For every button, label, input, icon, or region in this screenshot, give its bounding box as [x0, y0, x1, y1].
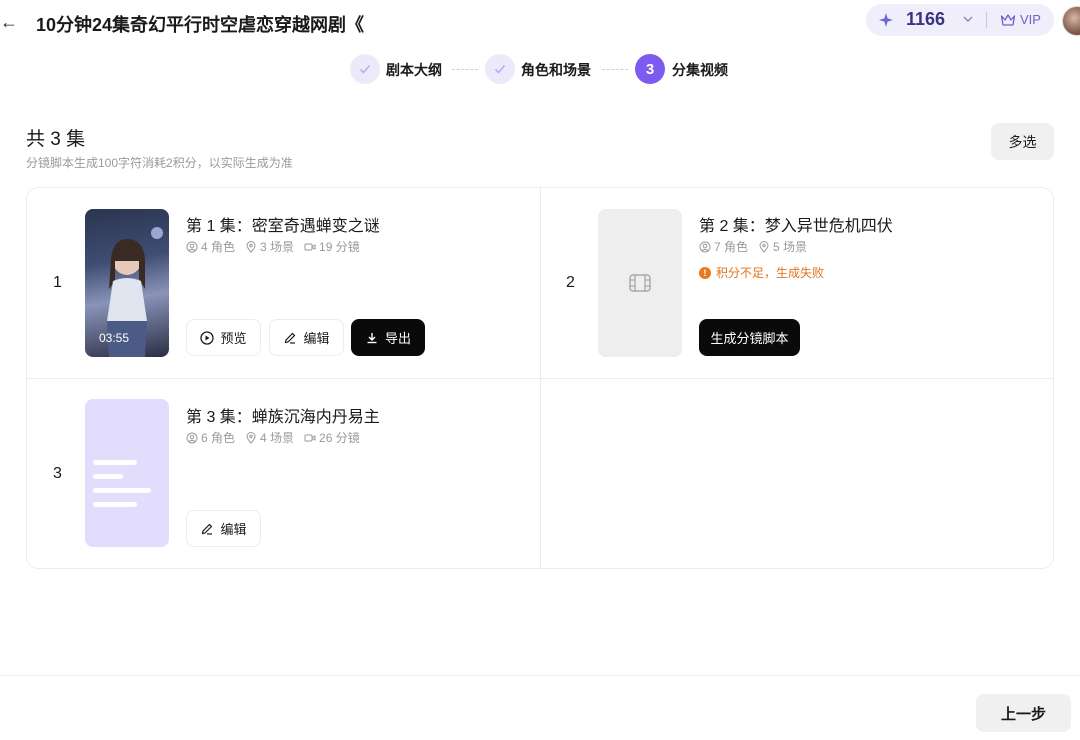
- episode-thumbnail[interactable]: 03:55: [85, 209, 169, 357]
- episode-card-3[interactable]: 3 第 3 集：蝉族沉海内丹易主 6 角色 4 场景 26 分镜 编辑: [27, 379, 540, 569]
- generation-error: ! 积分不足，生成失败: [699, 264, 824, 281]
- video-camera-icon: [304, 243, 316, 250]
- episode-card-2[interactable]: 2 第 2 集：梦入异世危机四伏 7 角色 5 场景 ! 积分不足，生成失败 生…: [540, 188, 1053, 378]
- episode-meta: 6 角色 4 场景 26 分镜: [186, 429, 360, 446]
- credit-balance-pill[interactable]: 1166 VIP: [866, 4, 1054, 36]
- step-connector: [452, 69, 478, 70]
- back-button[interactable]: ←: [0, 12, 18, 33]
- cost-note: 分镜脚本生成100字符消耗2积分，以实际生成为准: [26, 156, 293, 170]
- scenes-count: 5 场景: [758, 238, 807, 255]
- play-circle-icon: [200, 330, 215, 345]
- warning-icon: !: [699, 266, 711, 279]
- step-characters-scenes[interactable]: 角色和场景: [521, 60, 591, 80]
- step-connector: [602, 69, 628, 70]
- pill-divider: [986, 12, 987, 28]
- episode-number: 3: [53, 465, 62, 482]
- roles-count: 6 角色: [186, 429, 235, 446]
- download-icon: [367, 332, 377, 343]
- step-2-check-icon: [485, 54, 515, 84]
- export-button[interactable]: 导出: [351, 319, 425, 356]
- script-thumbnail[interactable]: [85, 399, 169, 547]
- film-icon: [629, 274, 651, 292]
- roles-count: 4 角色: [186, 238, 235, 255]
- footer-divider: [0, 675, 1080, 676]
- shots-count: 19 分镜: [304, 238, 360, 255]
- crown-icon: [1000, 14, 1016, 26]
- video-duration: 03:55: [99, 331, 130, 345]
- previous-step-button[interactable]: 上一步: [976, 694, 1071, 732]
- location-pin-icon: [246, 240, 256, 253]
- episode-total: 共 3 集: [26, 129, 86, 150]
- roles-count: 7 角色: [699, 238, 748, 255]
- vip-label[interactable]: VIP: [1020, 12, 1041, 27]
- episode-number: 2: [566, 274, 575, 291]
- episode-title: 第 1 集：密室奇遇蝉变之谜: [186, 218, 380, 235]
- edit-button[interactable]: 编辑: [269, 319, 344, 356]
- document-lines-icon: [93, 460, 151, 507]
- episode-card-1[interactable]: 1 03:55 第 1 集：密室奇遇蝉变之谜 4 角色 3 场景 19 分镜 预…: [27, 188, 540, 378]
- episode-meta: 4 角色 3 场景 19 分镜: [186, 238, 360, 255]
- episode-thumbnail-placeholder: [598, 209, 682, 357]
- page-title: 10分钟24集奇幻平行时空虐恋穿越网剧《: [36, 15, 365, 35]
- avatar[interactable]: [1062, 6, 1080, 36]
- scenes-count: 4 场景: [245, 429, 294, 446]
- edit-button[interactable]: 编辑: [186, 510, 261, 547]
- step-1-check-icon: [350, 54, 380, 84]
- video-camera-icon: [304, 434, 316, 441]
- multi-select-button[interactable]: 多选: [991, 123, 1054, 160]
- episode-number: 1: [53, 274, 62, 291]
- step-episode-video[interactable]: 分集视频: [672, 60, 728, 80]
- episode-meta: 7 角色 5 场景: [699, 238, 807, 255]
- sparkle-icon: [879, 13, 893, 27]
- edit-pencil-icon: [285, 332, 296, 344]
- episode-title: 第 2 集：梦入异世危机四伏: [699, 218, 893, 235]
- preview-button[interactable]: 预览: [186, 319, 261, 356]
- credit-count: 1166: [906, 9, 946, 29]
- location-pin-icon: [246, 431, 256, 444]
- user-circle-icon: [186, 241, 198, 252]
- step-outline[interactable]: 剧本大纲: [386, 60, 442, 80]
- episode-title: 第 3 集：蝉族沉海内丹易主: [186, 409, 380, 426]
- location-pin-icon: [759, 240, 769, 253]
- scenes-count: 3 场景: [245, 238, 294, 255]
- chevron-down-icon[interactable]: [962, 13, 974, 25]
- episode-grid: 1 03:55 第 1 集：密室奇遇蝉变之谜 4 角色 3 场景 19 分镜 预…: [26, 187, 1054, 569]
- step-3-number: 3: [635, 54, 665, 84]
- user-circle-icon: [186, 432, 198, 443]
- generate-storyboard-button[interactable]: 生成分镜脚本: [699, 319, 800, 356]
- shots-count: 26 分镜: [304, 429, 360, 446]
- user-circle-icon: [699, 241, 711, 252]
- edit-pencil-icon: [202, 523, 213, 535]
